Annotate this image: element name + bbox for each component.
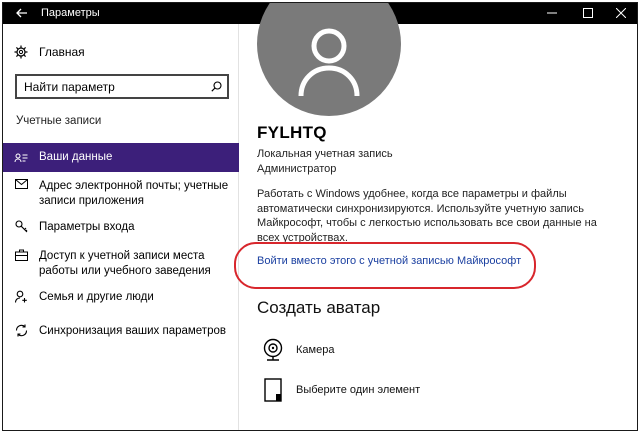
gear-icon — [3, 45, 39, 59]
file-icon — [260, 378, 286, 402]
mail-icon — [3, 176, 39, 189]
account-type: Локальная учетная запись — [257, 148, 393, 160]
settings-window: Параметры Главная Найти параметр Учетные… — [2, 2, 638, 431]
maximize-icon — [583, 5, 593, 23]
create-avatar-heading: Создать аватар — [257, 298, 381, 317]
user-name: FYLHTQ — [257, 123, 327, 142]
account-role: Администратор — [257, 163, 337, 175]
briefcase-icon — [3, 246, 39, 261]
window-title: Параметры — [41, 7, 100, 19]
sidebar-item-your-info[interactable]: Ваши данные — [3, 143, 239, 172]
close-button[interactable] — [603, 3, 637, 24]
sidebar-item-family[interactable]: Семья и другие люди — [3, 287, 239, 305]
sidebar-item-home[interactable]: Главная — [3, 39, 239, 65]
sidebar-item-label: Адрес электронной почты; учетные записи … — [39, 180, 229, 207]
back-arrow-icon — [16, 5, 28, 23]
sidebar-item-label: Семья и другие люди — [39, 291, 154, 303]
sidebar-item-label: Ваши данные — [39, 151, 113, 163]
sidebar: Главная Найти параметр Учетные записи Ва… — [3, 24, 239, 430]
minimize-icon — [547, 5, 557, 23]
choose-item-option-label: Выберите один элемент — [296, 384, 421, 396]
sidebar-home-label: Главная — [39, 45, 85, 59]
sidebar-item-work-access[interactable]: Доступ к учетной записи места работы или… — [3, 246, 239, 279]
person-add-icon — [3, 287, 39, 303]
sidebar-item-email[interactable]: Адрес электронной почты; учетные записи … — [3, 176, 239, 209]
camera-option-label: Камера — [296, 344, 335, 356]
sidebar-item-label: Доступ к учетной записи места работы или… — [39, 250, 211, 277]
search-input-text: Найти параметр — [24, 79, 115, 94]
close-icon — [615, 5, 627, 23]
minimize-button[interactable] — [534, 3, 570, 24]
user-silhouette-icon — [289, 3, 369, 107]
section-header-accounts: Учетные записи — [16, 115, 102, 127]
key-icon — [3, 217, 39, 233]
person-card-icon — [3, 152, 39, 164]
search-input[interactable]: Найти параметр — [15, 74, 229, 99]
sidebar-item-sign-in[interactable]: Параметры входа — [3, 217, 239, 235]
microsoft-sign-in-link[interactable]: Войти вместо этого с учетной записью Май… — [257, 255, 521, 267]
avatar — [257, 3, 401, 116]
camera-icon — [260, 338, 286, 362]
sidebar-item-label: Синхронизация ваших параметров — [39, 325, 226, 337]
sync-icon — [3, 321, 39, 337]
camera-option[interactable]: Камера — [260, 338, 334, 362]
search-icon[interactable] — [205, 81, 227, 92]
sync-info-text: Работать с Windows удобнее, когда все па… — [257, 188, 597, 244]
back-button[interactable] — [3, 3, 41, 24]
content-pane: FYLHTQ Локальная учетная запись Админист… — [234, 3, 637, 430]
sidebar-item-label: Параметры входа — [39, 221, 135, 233]
maximize-button[interactable] — [570, 3, 606, 24]
sidebar-item-sync[interactable]: Синхронизация ваших параметров — [3, 321, 239, 339]
choose-item-option[interactable]: Выберите один элемент — [260, 378, 420, 402]
